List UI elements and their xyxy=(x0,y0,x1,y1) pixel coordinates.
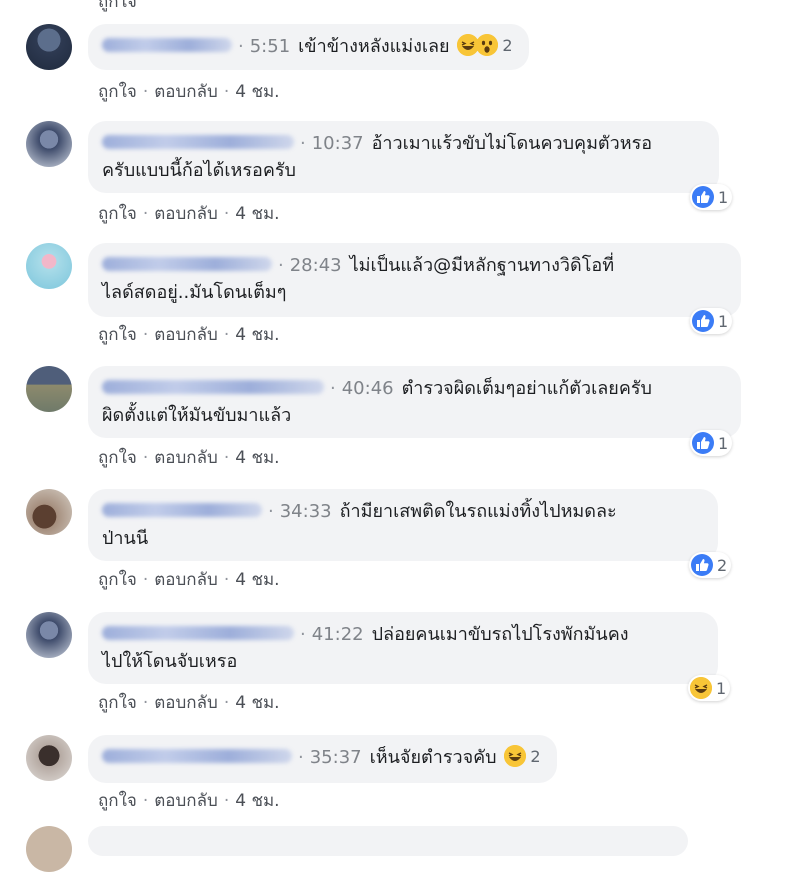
author-name-blurred[interactable] xyxy=(102,626,294,640)
comment-bubble: · 28:43 ไม่เป็นแล้ว@มีหลักฐานทางวิดิโอที่ … xyxy=(88,243,741,317)
comment-actions: ถูกใจ · ตอบกลับ · 4 ชม. xyxy=(98,791,280,811)
comment-bubble: · 34:33 ถ้ามียาเสพติดในรถแม่งทิ้งไปหมดละ ป… xyxy=(88,489,718,561)
reply-link[interactable]: ตอบกลับ xyxy=(154,82,218,102)
like-reaction-icon xyxy=(692,432,714,454)
avatar[interactable] xyxy=(26,735,72,781)
author-name-blurred[interactable] xyxy=(102,135,294,149)
author-name-blurred[interactable] xyxy=(102,380,324,394)
like-link[interactable]: ถูกใจ xyxy=(98,204,137,224)
comment-bubble: · 35:37 เห็นจัยตำรวจคับ 2 xyxy=(88,735,557,783)
like-link[interactable]: ถูกใจ xyxy=(98,570,137,590)
comment-text-line: ตำรวจผิดเต็มๆอย่าแก้ตัวเลยครับ xyxy=(401,378,652,399)
comment-actions: ถูกใจ · ตอบกลับ · 4 ชม. xyxy=(98,448,280,468)
reaction-summary[interactable]: 1 xyxy=(690,308,733,334)
reply-link[interactable]: ตอบกลับ xyxy=(154,448,218,468)
comment-bubble: · 10:37 อ้าวเมาแร้วขับไม่โดนควบคุมตัวหรอ ค… xyxy=(88,121,719,193)
like-link[interactable]: ถูกใจ xyxy=(98,82,137,102)
reply-link[interactable]: ตอบกลับ xyxy=(154,204,218,224)
avatar[interactable] xyxy=(26,121,72,167)
haha-reaction-icon xyxy=(690,677,712,699)
comment-text-line: ไลด์สดอยู่..มันโดนเต็มๆ xyxy=(102,282,287,303)
reply-link[interactable]: ตอบกลับ xyxy=(154,570,218,590)
comment-actions: ถูกใจ · ตอบกลับ · 4 ชม. xyxy=(98,82,280,102)
comment-text: เข้าข้างหลังแม่งเลย xyxy=(298,36,450,57)
like-link[interactable]: ถูกใจ xyxy=(98,448,137,468)
author-name-blurred[interactable] xyxy=(102,503,262,517)
author-name-blurred[interactable] xyxy=(102,749,292,763)
comment-actions: ถูกใจ · ตอบกลับ · 4 ชม. xyxy=(98,204,280,224)
like-reaction-icon xyxy=(692,186,714,208)
time-ago[interactable]: 4 ชม. xyxy=(235,82,279,102)
time-ago[interactable]: 4 ชม. xyxy=(235,325,279,345)
author-name-blurred[interactable] xyxy=(102,257,272,271)
comment-bubble xyxy=(88,826,688,856)
avatar[interactable] xyxy=(26,243,72,289)
avatar[interactable] xyxy=(26,826,72,872)
comment-text-line: ไปให้โดนจับเหรอ xyxy=(102,651,238,672)
reply-link[interactable]: ตอบกลับ xyxy=(154,325,218,345)
timestamp-link[interactable]: 5:51 xyxy=(250,36,290,57)
haha-reaction-icon xyxy=(504,745,527,767)
like-reaction-icon xyxy=(692,310,714,332)
like-link[interactable]: ถูกใจ xyxy=(98,693,137,713)
comment-actions: ถูกใจ · ตอบกลับ · 4 ชม. xyxy=(98,325,280,345)
reaction-count: 1 xyxy=(718,187,729,207)
comment-text: เห็นจัยตำรวจคับ xyxy=(369,747,497,768)
avatar[interactable] xyxy=(26,489,72,535)
like-link[interactable]: ถูกใจ xyxy=(98,791,137,811)
reaction-summary[interactable]: 2 xyxy=(504,743,541,770)
time-ago[interactable]: 4 ชม. xyxy=(235,791,279,811)
comment-actions: ถูกใจ · ตอบกลับ · 4 ชม. xyxy=(98,693,280,713)
reaction-count: 2 xyxy=(717,555,728,575)
like-link[interactable]: ถูกใจ xyxy=(98,325,137,345)
comment-text-line: อ้าวเมาแร้วขับไม่โดนควบคุมตัวหรอ xyxy=(371,133,653,154)
comment-text-line: ไม่เป็นแล้ว@มีหลักฐานทางวิดิโอที่ xyxy=(349,255,615,276)
time-ago[interactable]: 4 ชม. xyxy=(235,693,279,713)
timestamp-link[interactable]: 35:37 xyxy=(310,747,362,768)
reaction-summary[interactable]: 1 xyxy=(690,430,733,456)
comment-bubble: · 5:51 เข้าข้างหลังแม่งเลย 2 xyxy=(88,24,529,70)
reaction-count: 2 xyxy=(530,746,541,766)
timestamp-link[interactable]: 10:37 xyxy=(312,133,364,154)
reaction-summary[interactable]: 1 xyxy=(688,675,731,701)
reaction-count: 1 xyxy=(718,311,729,331)
reaction-count: 1 xyxy=(716,678,727,698)
reaction-count: 2 xyxy=(502,35,513,55)
time-ago[interactable]: 4 ชม. xyxy=(235,448,279,468)
comment-bubble: · 40:46 ตำรวจผิดเต็มๆอย่าแก้ตัวเลยครับ ผิด… xyxy=(88,366,741,438)
avatar[interactable] xyxy=(26,24,72,70)
timestamp-link[interactable]: 28:43 xyxy=(290,255,342,276)
reply-link[interactable]: ตอบกลับ xyxy=(154,791,218,811)
timestamp-link[interactable]: 41:22 xyxy=(312,624,364,645)
time-ago[interactable]: 4 ชม. xyxy=(235,204,279,224)
timestamp-link[interactable]: 40:46 xyxy=(342,378,394,399)
comment-text-line: ถ้ามียาเสพติดในรถแม่งทิ้งไปหมดละ xyxy=(339,501,617,522)
reaction-summary[interactable]: 2 xyxy=(689,552,732,578)
previous-comment-actions: ถูกใจ xyxy=(98,0,137,15)
comment-bubble: · 41:22 ปล่อยคนเมาขับรถไปโรงพักมันคง ไปให้… xyxy=(88,612,718,684)
comment-text-line: ปล่อยคนเมาขับรถไปโรงพักมันคง xyxy=(371,624,629,645)
like-link[interactable]: ถูกใจ xyxy=(98,0,137,12)
like-reaction-icon xyxy=(691,554,713,576)
reaction-count: 1 xyxy=(718,433,729,453)
comment-text-line: ป่านนี xyxy=(102,528,149,549)
timestamp-link[interactable]: 34:33 xyxy=(280,501,332,522)
time-ago[interactable]: 4 ชม. xyxy=(235,570,279,590)
comment-text-line: ผิดตั้งแต่ให้มันขับมาแล้ว xyxy=(102,405,292,426)
reaction-summary[interactable]: 2 xyxy=(457,32,513,59)
avatar[interactable] xyxy=(26,366,72,412)
comment-actions: ถูกใจ · ตอบกลับ · 4 ชม. xyxy=(98,570,280,590)
comment-text-line: ครับแบบนี้ก้อได้เหรอครับ xyxy=(102,160,296,181)
author-name-blurred[interactable] xyxy=(102,38,232,52)
reply-link[interactable]: ตอบกลับ xyxy=(154,693,218,713)
avatar[interactable] xyxy=(26,612,72,658)
reaction-summary[interactable]: 1 xyxy=(690,184,733,210)
wow-reaction-icon xyxy=(476,34,499,56)
